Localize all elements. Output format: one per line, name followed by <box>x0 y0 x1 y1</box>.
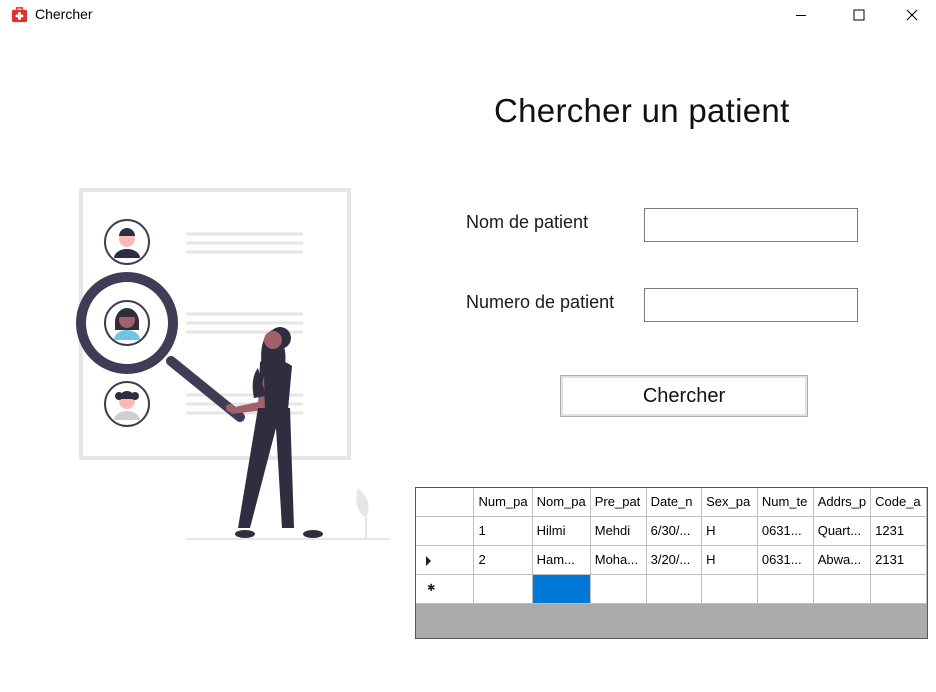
column-header[interactable]: Addrs_p <box>813 488 872 517</box>
grid-cell[interactable] <box>473 574 533 604</box>
grid-header-row: Num_pa Nom_pa Pre_pat Date_n Sex_pa Num_… <box>416 488 927 517</box>
row-header[interactable] <box>416 516 475 546</box>
grid-cell[interactable]: 3/20/... <box>646 545 703 575</box>
column-header[interactable]: Num_pa <box>473 488 533 517</box>
chercher-window: Chercher Chercher un patient Nom de pati… <box>0 0 936 692</box>
column-header[interactable]: Sex_pa <box>701 488 758 517</box>
table-row[interactable]: 2 Ham... Moha... 3/20/... H 0631... Abwa… <box>416 545 927 575</box>
grid-cell[interactable]: H <box>701 545 758 575</box>
numero-patient-label: Numero de patient <box>466 292 615 312</box>
grid-cell[interactable]: Hilmi <box>532 516 591 546</box>
column-header[interactable]: Num_te <box>757 488 814 517</box>
current-row-arrow-icon <box>426 555 431 566</box>
grid-cell[interactable]: 6/30/... <box>646 516 703 546</box>
minimize-icon <box>796 15 806 16</box>
row-header[interactable]: ✱ <box>416 574 475 604</box>
medical-kit-icon <box>11 7 28 23</box>
nom-patient-label: Nom de patient <box>466 212 589 232</box>
page-title: Chercher un patient <box>494 92 790 129</box>
patients-grid[interactable]: Num_pa Nom_pa Pre_pat Date_n Sex_pa Num_… <box>415 487 928 639</box>
close-icon <box>906 9 918 21</box>
column-header[interactable]: Date_n <box>646 488 703 517</box>
grid-cell[interactable] <box>701 574 758 604</box>
grid-cell[interactable]: Ham... <box>532 545 591 575</box>
grid-corner-header <box>416 488 475 517</box>
grid-cell[interactable] <box>813 574 872 604</box>
grid-cell[interactable] <box>757 574 814 604</box>
grid-cell[interactable]: 2131 <box>870 545 927 575</box>
grid-cell[interactable]: Quart... <box>813 516 872 546</box>
row-header[interactable] <box>416 545 475 575</box>
numero-patient-input[interactable] <box>644 288 858 322</box>
column-header[interactable]: Nom_pa <box>532 488 591 517</box>
grid-cell[interactable] <box>646 574 703 604</box>
column-header[interactable]: Pre_pat <box>590 488 647 517</box>
title-bar: Chercher <box>0 0 936 30</box>
column-header[interactable]: Code_a <box>870 488 927 517</box>
new-row-asterisk-icon: ✱ <box>427 582 436 594</box>
table-row[interactable]: 1 Hilmi Mehdi 6/30/... H 0631... Quart..… <box>416 516 927 546</box>
minimize-button[interactable] <box>772 0 830 30</box>
nom-patient-input[interactable] <box>644 208 858 242</box>
maximize-button[interactable] <box>830 0 888 30</box>
grid-cell[interactable]: H <box>701 516 758 546</box>
grid-cell[interactable]: 2 <box>473 545 533 575</box>
grid-cell[interactable] <box>870 574 927 604</box>
grid-cell[interactable]: 1 <box>473 516 533 546</box>
grid-cell[interactable] <box>590 574 647 604</box>
grid-cell[interactable]: 0631... <box>757 516 814 546</box>
grid-cell-selected[interactable] <box>532 574 591 604</box>
close-button[interactable] <box>888 0 936 30</box>
grid-cell[interactable]: Abwa... <box>813 545 872 575</box>
new-row[interactable]: ✱ <box>416 574 927 604</box>
grid-cell[interactable]: Mehdi <box>590 516 647 546</box>
window-title: Chercher <box>35 6 93 22</box>
search-patient-illustration <box>76 188 390 540</box>
maximize-icon <box>853 9 865 21</box>
chercher-button[interactable]: Chercher <box>560 375 808 417</box>
grid-cell[interactable]: 1231 <box>870 516 927 546</box>
grid-cell[interactable]: 0631... <box>757 545 814 575</box>
grid-cell[interactable]: Moha... <box>590 545 647 575</box>
